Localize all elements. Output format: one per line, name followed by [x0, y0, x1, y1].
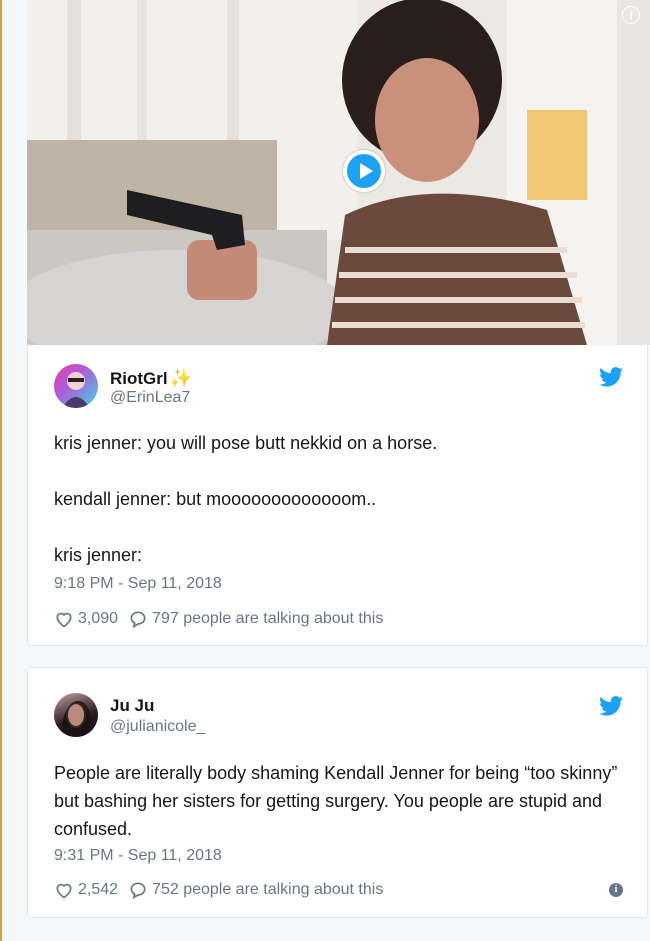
avatar[interactable]	[54, 693, 98, 737]
tweet-line: kendall jenner: but mooooooooooooom..	[54, 489, 377, 509]
heart-icon[interactable]	[54, 609, 74, 629]
video-thumbnail	[27, 0, 650, 345]
play-button[interactable]	[343, 150, 385, 192]
tweet-text: People are literally body shaming Kendal…	[54, 763, 618, 839]
author-handle[interactable]: @ErinLea7	[110, 389, 190, 407]
author-handle[interactable]: @julianicole_	[110, 718, 205, 736]
like-count[interactable]: 2,542	[78, 881, 118, 899]
info-icon[interactable]: i	[622, 6, 640, 24]
talking-count[interactable]: 752 people are talking about this	[152, 881, 383, 899]
talking-count[interactable]: 797 people are talking about this	[152, 610, 383, 628]
reply-bubble-icon[interactable]	[128, 609, 148, 629]
sparkles-emoji: ✨	[169, 368, 193, 388]
embedded-video[interactable]: i	[27, 0, 650, 345]
tweet-text: kris jenner: you will pose butt nekkid o…	[54, 429, 619, 569]
info-icon[interactable]: i	[609, 883, 623, 897]
reply-bubble-icon[interactable]	[128, 880, 148, 900]
timestamp[interactable]: 9:18 PM - Sep 11, 2018	[54, 575, 222, 593]
like-count[interactable]: 3,090	[78, 610, 118, 628]
twitter-bird-icon[interactable]	[599, 367, 623, 387]
play-icon	[347, 154, 381, 188]
tweet-line: kris jenner:	[54, 545, 143, 565]
tweet-card[interactable]: RiotGrl ✨ @ErinLea7 kris jenner: you will…	[27, 345, 648, 646]
timestamp[interactable]: 9:31 PM - Sep 11, 2018	[54, 847, 222, 865]
avatar[interactable]	[54, 364, 98, 408]
tweet-actions: 3,090 797 people are talking about this	[54, 609, 383, 629]
author-name[interactable]: RiotGrl ✨	[110, 368, 192, 389]
tweet-actions: 2,542 752 people are talking about this	[54, 880, 383, 900]
page-edge	[0, 0, 2, 941]
heart-icon[interactable]	[54, 880, 74, 900]
tweet-line: kris jenner: you will pose butt nekkid o…	[54, 433, 438, 453]
tweet-card[interactable]: Ju Ju @julianicole_ People are literally…	[27, 667, 648, 918]
author-name[interactable]: Ju Ju	[110, 696, 154, 716]
twitter-bird-icon[interactable]	[599, 696, 623, 716]
